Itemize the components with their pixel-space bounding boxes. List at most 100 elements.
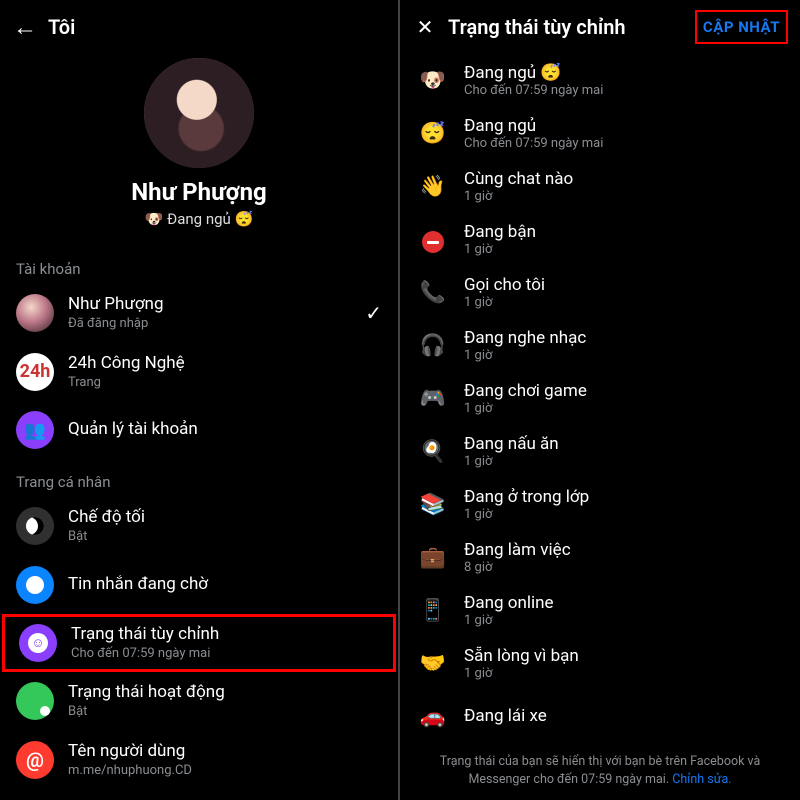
left-header-title: Tôi (48, 15, 386, 39)
account-row-self[interactable]: Như Phượng Đã đăng nhập (0, 284, 398, 343)
status-option[interactable]: 📱 Đang online1 giờ (400, 584, 800, 637)
page-icon: 24h (16, 353, 54, 391)
status-duration: 8 giờ (464, 560, 782, 576)
settings-pane: Tôi Như Phượng 🐶 Đang ngủ 😴 Tài khoản Nh… (0, 0, 400, 800)
status-emoji: 🎮 (418, 387, 448, 411)
status-option[interactable]: 🎮 Đang chơi game1 giờ (400, 372, 800, 425)
avatar-icon (16, 294, 54, 332)
current-status: 🐶 Đang ngủ 😴 (144, 210, 253, 228)
profile-block: Như Phượng 🐶 Đang ngủ 😴 (0, 54, 398, 246)
status-option[interactable]: 📚 Đang ở trong lớp1 giờ (400, 478, 800, 531)
status-emoji: 📞 (418, 281, 448, 305)
status-duration: 1 giờ (464, 613, 782, 629)
status-duration: 1 giờ (464, 348, 782, 364)
status-emoji: 🚗 (418, 705, 448, 729)
status-emoji (418, 226, 448, 254)
right-header-title: Trạng thái tùy chỉnh (448, 15, 695, 39)
row-username[interactable]: @ Tên người dùng m.me/nhuphuong.CD (0, 731, 398, 790)
smiley-icon: ☺ (19, 624, 57, 662)
row-message-requests[interactable]: Tin nhắn đang chờ (0, 556, 398, 614)
row-sub: Cho đến 07:59 ngày mai (71, 646, 379, 662)
close-icon[interactable] (412, 14, 438, 40)
status-title: Đang chơi game (464, 381, 782, 401)
status-duration: 1 giờ (464, 189, 782, 205)
footer-edit-link[interactable]: Chỉnh sửa. (672, 772, 731, 787)
row-title: Tin nhắn đang chờ (68, 574, 382, 595)
account-row-manage[interactable]: 👥 Quản lý tài khoản (0, 401, 398, 459)
update-button[interactable]: CẬP NHẬT (695, 10, 788, 44)
status-option[interactable]: 😴 Đang ngủCho đến 07:59 ngày mai (400, 107, 800, 160)
row-sub: Bật (68, 704, 382, 720)
status-title: Đang làm việc (464, 540, 782, 560)
row-sub: Đã đăng nhập (68, 316, 365, 332)
status-duration: 1 giờ (464, 401, 782, 417)
status-option[interactable]: 🤝Sẵn lòng vì bạn1 giờ (400, 637, 800, 690)
status-duration: 1 giờ (464, 454, 782, 470)
status-option[interactable]: 🚗 Đang lái xe (400, 690, 800, 743)
status-emoji: 👋 (418, 175, 448, 199)
status-title: Đang nghe nhạc (464, 328, 782, 348)
status-duration: 1 giờ (464, 295, 782, 311)
account-row-page[interactable]: 24h 24h Công Nghệ Trang (0, 343, 398, 402)
moon-icon (16, 507, 54, 545)
status-emoji: 🍳 (418, 440, 448, 464)
at-icon: @ (16, 741, 54, 779)
status-emoji: 🎧 (418, 334, 448, 358)
status-duration: 1 giờ (464, 507, 782, 523)
status-emoji: 📚 (418, 493, 448, 517)
status-title: Đang nấu ăn (464, 434, 782, 454)
active-icon (16, 682, 54, 720)
chat-icon (16, 566, 54, 604)
status-title: Đang ở trong lớp (464, 487, 782, 507)
status-title: Đang bận (464, 222, 782, 242)
status-option[interactable]: 🍳 Đang nấu ăn1 giờ (400, 425, 800, 478)
row-active-status[interactable]: Trạng thái hoạt động Bật (0, 672, 398, 731)
status-duration: 1 giờ (464, 666, 782, 682)
row-title: Như Phượng (68, 294, 365, 315)
status-title: Gọi cho tôi (464, 275, 782, 295)
status-text: Đang ngủ (167, 210, 231, 228)
footer-note: Trạng thái của bạn sẽ hiển thị với bạn b… (400, 747, 800, 798)
left-topbar: Tôi (0, 0, 398, 54)
status-option[interactable]: Đang bận1 giờ (400, 213, 800, 266)
status-emoji: 😴 (418, 122, 448, 146)
status-option[interactable]: 👋 Cùng chat nào1 giờ (400, 160, 800, 213)
status-duration: Cho đến 07:59 ngày mai (464, 136, 782, 152)
display-name: Như Phượng (131, 178, 267, 206)
status-title: Đang ngủ (464, 116, 782, 136)
status-prefix-emoji: 🐶 (144, 210, 163, 228)
back-icon[interactable] (12, 14, 38, 40)
check-icon (365, 301, 382, 325)
section-options-label: Tùy chọn (0, 789, 398, 800)
section-account-label: Tài khoản (0, 246, 398, 284)
status-duration: Cho đến 07:59 ngày mai (464, 83, 782, 99)
status-emoji: 🐶 (418, 69, 448, 93)
status-title: Đang ngủ 😴 (464, 63, 782, 83)
right-topbar: Trạng thái tùy chỉnh CẬP NHẬT (400, 0, 800, 54)
status-option[interactable]: 🐶 Đang ngủ 😴Cho đến 07:59 ngày mai (400, 54, 800, 107)
section-profile-label: Trang cá nhân (0, 459, 398, 497)
status-list: 🐶Đang ngủ 😴Cho đến 07:59 ngày mai😴Đang n… (400, 54, 800, 747)
row-title: Quản lý tài khoản (68, 419, 382, 440)
status-title: Cùng chat nào (464, 169, 782, 189)
status-option[interactable]: 📞 Gọi cho tôi1 giờ (400, 266, 800, 319)
row-custom-status[interactable]: ☺ Trạng thái tùy chỉnh Cho đến 07:59 ngà… (2, 614, 396, 673)
status-title: Đang online (464, 593, 782, 613)
status-emoji: 📱 (418, 599, 448, 623)
row-title: Trạng thái hoạt động (68, 682, 382, 703)
row-sub: m.me/nhuphuong.CD (68, 763, 382, 779)
status-duration: 1 giờ (464, 242, 782, 258)
row-title: Tên người dùng (68, 741, 382, 762)
status-title: Đang lái xe (464, 706, 782, 726)
status-suffix-emoji: 😴 (235, 210, 254, 228)
status-emoji: 💼 (418, 546, 448, 570)
row-sub: Bật (68, 529, 382, 545)
row-title: 24h Công Nghệ (68, 353, 382, 374)
avatar[interactable] (144, 58, 254, 168)
status-title: Sẵn lòng vì bạn (464, 646, 782, 666)
status-option[interactable]: 🎧 Đang nghe nhạc1 giờ (400, 319, 800, 372)
custom-status-pane: Trạng thái tùy chỉnh CẬP NHẬT 🐶 Đang ngủ … (400, 0, 800, 800)
status-option[interactable]: 💼 Đang làm việc8 giờ (400, 531, 800, 584)
row-dark-mode[interactable]: Chế độ tối Bật (0, 497, 398, 556)
row-title: Chế độ tối (68, 507, 382, 528)
